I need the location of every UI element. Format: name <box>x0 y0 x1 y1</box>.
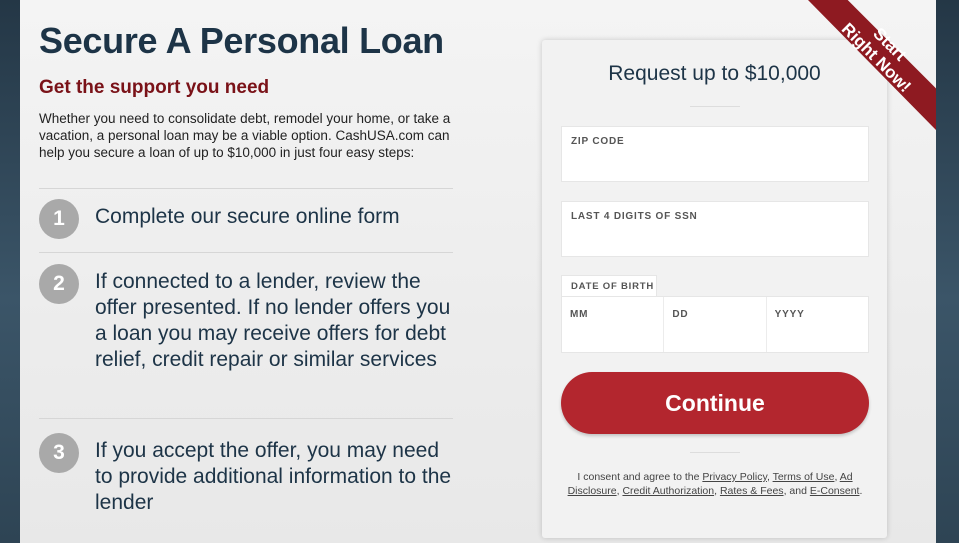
step-text: If you accept the offer, you may need to… <box>95 439 452 514</box>
ssn-field[interactable]: LAST 4 DIGITS OF SSN <box>561 201 869 257</box>
dob-month-input[interactable] <box>570 305 650 323</box>
privacy-policy-link[interactable]: Privacy Policy <box>702 471 767 483</box>
terms-of-use-link[interactable]: Terms of Use <box>773 471 835 483</box>
zip-code-label: ZIP CODE <box>571 136 625 147</box>
ssn-input[interactable] <box>570 228 860 252</box>
ribbon-text: Start Right Now! <box>831 0 936 103</box>
credit-authorization-link[interactable]: Credit Authorization <box>622 485 714 497</box>
continue-button[interactable]: Continue <box>561 372 869 434</box>
page-subtitle: Get the support you need <box>39 77 270 98</box>
page-title: Secure A Personal Loan <box>39 20 444 61</box>
background-left <box>0 0 20 543</box>
date-of-birth-label: DATE OF BIRTH <box>561 275 657 296</box>
dob-day-cell[interactable] <box>664 297 767 352</box>
consent-text: I consent and agree to the Privacy Polic… <box>567 471 863 497</box>
consent-prefix: I consent and agree to the <box>577 471 700 483</box>
zip-code-field[interactable]: ZIP CODE <box>561 126 869 182</box>
dob-year-cell[interactable] <box>767 297 868 352</box>
e-consent-link[interactable]: E-Consent <box>810 485 860 497</box>
step-text: If connected to a lender, review the off… <box>95 270 451 371</box>
form-divider <box>690 452 740 453</box>
divider <box>39 252 453 253</box>
dob-month-cell[interactable] <box>562 297 665 352</box>
ssn-label: LAST 4 DIGITS OF SSN <box>571 211 698 222</box>
step-number-badge: 1 <box>39 199 79 239</box>
form-title-divider <box>690 106 740 107</box>
step-number-badge: 3 <box>39 433 79 473</box>
zip-code-input[interactable] <box>570 153 860 177</box>
background-right <box>936 0 959 543</box>
date-of-birth-group <box>561 296 869 353</box>
dob-day-input[interactable] <box>672 305 753 323</box>
dob-year-input[interactable] <box>774 305 855 323</box>
divider <box>39 188 453 189</box>
loan-card: Secure A Personal Loan Get the support y… <box>20 0 936 543</box>
step-number-badge: 2 <box>39 264 79 304</box>
rates-fees-link[interactable]: Rates & Fees <box>720 485 784 497</box>
divider <box>39 418 453 419</box>
step-text: Complete our secure online form <box>95 205 400 228</box>
consent-and: and <box>789 485 807 497</box>
start-now-ribbon: Start Right Now! <box>808 0 936 130</box>
intro-text: Whether you need to consolidate debt, re… <box>39 111 451 160</box>
